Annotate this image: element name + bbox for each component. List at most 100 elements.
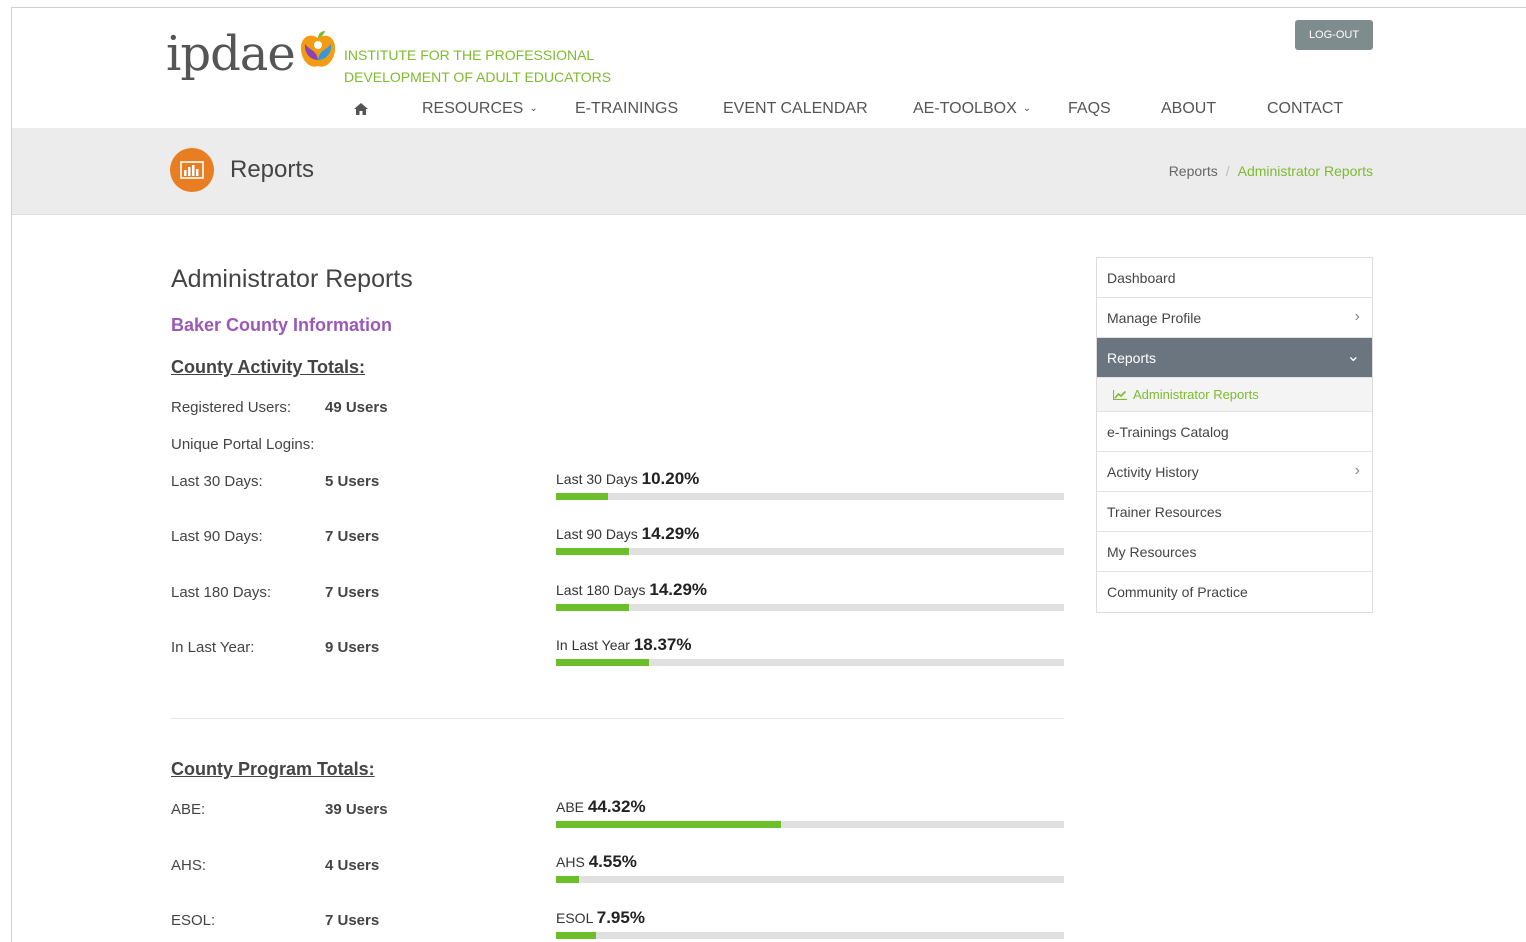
institute-line-2: DEVELOPMENT OF ADULT EDUCATORS <box>344 69 612 85</box>
page-title: Reports <box>230 156 315 183</box>
breadcrumb-reports[interactable]: Reports <box>1169 163 1218 179</box>
progress-label-text: Last 30 Days <box>556 471 638 487</box>
progress-label: AHS 4.55% <box>556 852 1064 872</box>
sidebar-item-label: Dashboard <box>1107 270 1176 286</box>
progress-fill <box>556 932 597 939</box>
activity-row-value: 7 Users <box>325 584 380 601</box>
progress-bar: Last 30 Days 10.20% <box>556 469 1064 500</box>
unique-logins-label: Unique Portal Logins: <box>171 436 315 453</box>
program-row-label: ABE: <box>171 801 206 818</box>
chevron-right-icon: › <box>1354 308 1360 325</box>
line-chart-icon <box>1112 388 1127 401</box>
activity-row-label: Last 90 Days: <box>171 528 263 545</box>
progress-fill <box>556 876 580 883</box>
progress-track <box>556 821 1064 828</box>
nav-e-trainings[interactable]: E-TRAININGS <box>575 100 678 118</box>
program-row-value: 4 Users <box>325 857 380 874</box>
nav-resources[interactable]: RESOURCES ⌄ <box>422 100 538 118</box>
activity-row-label: Last 30 Days: <box>171 473 263 490</box>
institute-name: INSTITUTE FOR THE PROFESSIONAL DEVELOPME… <box>344 44 611 88</box>
program-heading: County Program Totals: <box>171 759 375 779</box>
progress-track <box>556 659 1064 666</box>
progress-fill <box>556 493 608 500</box>
nav-about[interactable]: ABOUT <box>1161 100 1216 118</box>
bar-chart-icon <box>170 148 214 192</box>
progress-label: ESOL 7.95% <box>556 908 1064 928</box>
sidebar-item-label: Reports <box>1107 350 1157 366</box>
progress-label-text: Last 180 Days <box>556 582 646 598</box>
chevron-down-icon: ⌄ <box>1346 348 1360 365</box>
activity-row-value: 5 Users <box>325 473 380 490</box>
section-divider <box>171 718 1064 719</box>
registered-users-value: 49 Users <box>325 399 388 416</box>
progress-percent: 14.29% <box>641 524 700 543</box>
progress-bar: In Last Year 18.37% <box>556 635 1064 666</box>
registered-users-label: Registered Users: <box>171 399 292 416</box>
apple-logo-icon <box>299 30 337 70</box>
sidebar-item-label: My Resources <box>1107 544 1197 560</box>
progress-label: Last 180 Days 14.29% <box>556 580 1064 600</box>
county-name: Baker County Information <box>171 315 393 335</box>
progress-label-text: In Last Year <box>556 637 630 653</box>
ipdae-logo[interactable]: ipdae <box>166 28 337 80</box>
program-row-label: AHS: <box>171 857 207 874</box>
progress-percent: 44.32% <box>587 797 646 816</box>
sidebar-item-label: Manage Profile <box>1107 310 1202 326</box>
sidebar-subitem-administrator-reports[interactable]: Administrator Reports <box>1097 378 1372 412</box>
chevron-down-icon: ⌄ <box>529 103 538 114</box>
breadcrumb-administrator-reports: Administrator Reports <box>1237 163 1373 179</box>
sidebar-item-my-resources[interactable]: My Resources <box>1097 532 1372 572</box>
sidebar-item-label: Trainer Resources <box>1107 504 1222 520</box>
sidebar-item-e-trainings-catalog[interactable]: e-Trainings Catalog <box>1097 412 1372 452</box>
progress-label: ABE 44.32% <box>556 797 1064 817</box>
nav-faqs[interactable]: FAQS <box>1068 100 1111 118</box>
sidebar-item-reports[interactable]: Reports ⌄ <box>1097 338 1372 378</box>
sidebar-item-activity-history[interactable]: Activity History › <box>1097 452 1372 492</box>
progress-bar: ESOL 7.95% <box>556 908 1064 939</box>
sidebar-item-dashboard[interactable]: Dashboard <box>1097 258 1372 298</box>
nav-contact[interactable]: CONTACT <box>1267 100 1343 118</box>
progress-track <box>556 876 1064 883</box>
logout-button[interactable]: LOG-OUT <box>1295 20 1373 50</box>
progress-track <box>556 604 1064 611</box>
breadcrumb-separator: / <box>1225 163 1230 179</box>
institute-line-1: INSTITUTE FOR THE PROFESSIONAL <box>344 47 595 63</box>
nav-resources-label: RESOURCES <box>422 100 524 117</box>
sidebar-item-label: e-Trainings Catalog <box>1107 424 1229 440</box>
sidebar-item-community-of-practice[interactable]: Community of Practice <box>1097 572 1372 612</box>
progress-bar: Last 180 Days 14.29% <box>556 580 1064 611</box>
progress-track <box>556 548 1064 555</box>
progress-label: In Last Year 18.37% <box>556 635 1064 655</box>
activity-row-label: In Last Year: <box>171 639 255 656</box>
progress-percent: 7.95% <box>596 908 645 927</box>
progress-bar: ABE 44.32% <box>556 797 1064 828</box>
sidebar-item-manage-profile[interactable]: Manage Profile › <box>1097 298 1372 338</box>
progress-label: Last 90 Days 14.29% <box>556 524 1064 544</box>
sidebar-item-trainer-resources[interactable]: Trainer Resources <box>1097 492 1372 532</box>
home-icon[interactable] <box>354 102 368 115</box>
progress-label-text: Last 90 Days <box>556 526 638 542</box>
sidebar-item-label: Administrator Reports <box>1133 387 1259 402</box>
program-row-label: ESOL: <box>171 912 216 929</box>
progress-bar: AHS 4.55% <box>556 852 1064 883</box>
progress-percent: 18.37% <box>633 635 692 654</box>
progress-fill <box>556 659 650 666</box>
chevron-down-icon: ⌄ <box>1022 103 1032 114</box>
sidebar-item-label: Activity History <box>1107 464 1199 480</box>
sidebar-item-label: Community of Practice <box>1107 584 1248 600</box>
progress-bar: Last 90 Days 14.29% <box>556 524 1064 555</box>
chevron-right-icon: › <box>1354 462 1360 479</box>
progress-percent: 4.55% <box>588 852 637 871</box>
activity-row-value: 9 Users <box>325 639 380 656</box>
progress-track <box>556 493 1064 500</box>
progress-fill <box>556 821 782 828</box>
nav-event-calendar[interactable]: EVENT CALENDAR <box>723 100 868 118</box>
section-title: Administrator Reports <box>171 265 413 293</box>
progress-track <box>556 932 1064 939</box>
page-title-band: Reports Reports / Administrator Reports <box>12 128 1526 215</box>
program-row-value: 7 Users <box>325 912 380 929</box>
nav-ae-toolbox-label: AE-TOOLBOX <box>913 100 1017 117</box>
sidebar-menu: Dashboard Manage Profile › Reports ⌄ Admin… <box>1096 257 1373 613</box>
nav-ae-toolbox[interactable]: AE-TOOLBOX ⌄ <box>913 100 1031 118</box>
progress-percent: 14.29% <box>649 580 708 599</box>
